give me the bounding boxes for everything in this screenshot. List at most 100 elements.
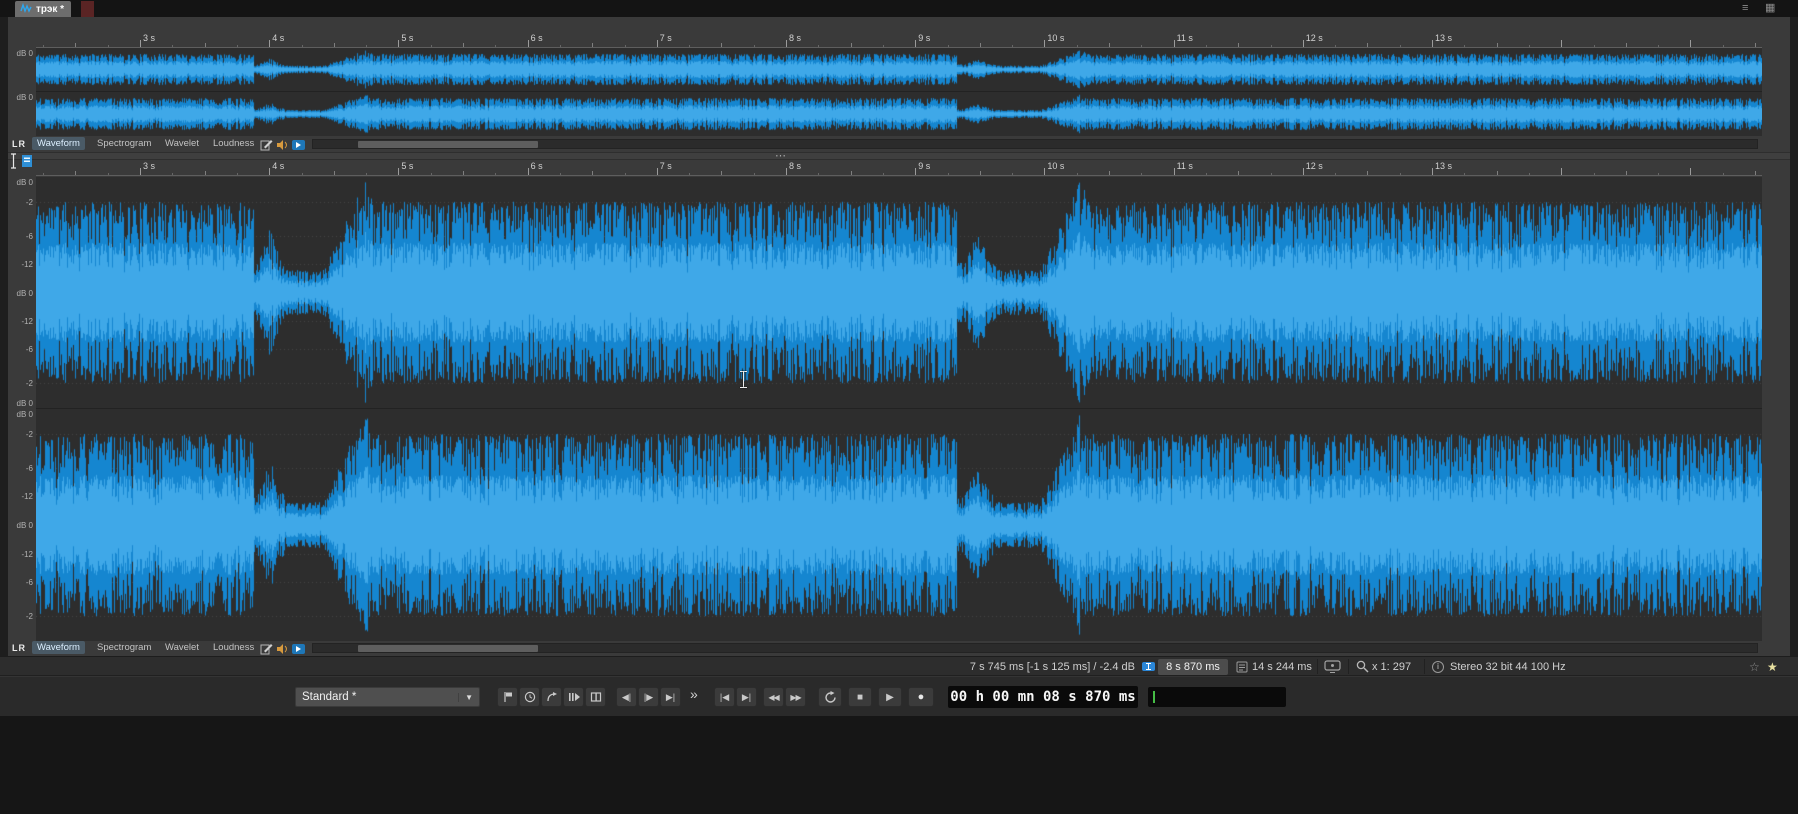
tile-view-icon[interactable]: ▦ bbox=[1765, 2, 1775, 15]
ruler-tick bbox=[656, 168, 658, 175]
tab-waveform[interactable]: Waveform bbox=[32, 137, 85, 150]
ruler-tick bbox=[1399, 45, 1401, 47]
ruler-tick bbox=[947, 45, 949, 47]
scrollbar-handle[interactable] bbox=[358, 645, 538, 652]
mouse-position-readout: 7 s 745 ms [-1 s 125 ms] / -2.4 dB bbox=[969, 661, 1135, 673]
ruler-tick bbox=[527, 168, 529, 175]
timeline-ruler-main[interactable]: 3 s 4 s 5 s 6 s 7 s 8 s 9 s 10 s 11 s 12 s 13 s bbox=[36, 160, 1762, 176]
ruler-tick bbox=[495, 45, 497, 47]
status-separator bbox=[1317, 659, 1318, 674]
db-scale-label: dB 0 bbox=[16, 399, 33, 408]
db-scale-label: -6 bbox=[25, 463, 33, 473]
channel-selector[interactable]: LR bbox=[12, 643, 26, 653]
db-scale-label: -6 bbox=[25, 231, 33, 241]
ruler-tick bbox=[1690, 168, 1692, 175]
ruler-tick bbox=[301, 173, 303, 175]
favorite-on-icon[interactable]: ★ bbox=[1767, 660, 1778, 674]
horizontal-scrollbar[interactable] bbox=[312, 139, 1758, 149]
horizontal-scrollbar[interactable] bbox=[312, 643, 1758, 653]
loop-button[interactable] bbox=[818, 687, 842, 707]
text-select-tool-icon[interactable] bbox=[9, 153, 18, 174]
ruler-tick bbox=[624, 173, 626, 175]
ruler-label: 3 s bbox=[143, 161, 156, 171]
document-tab[interactable]: трэк * bbox=[15, 0, 72, 18]
db-scale-label: -2 bbox=[25, 378, 33, 388]
play-selection-button[interactable] bbox=[563, 687, 584, 707]
timeline-ruler-overview[interactable]: 3 s 4 s 5 s 6 s 7 s 8 s 9 s 10 s 11 s 12 s 13 s bbox=[36, 32, 1762, 48]
tab-loudness[interactable]: Loudness bbox=[208, 641, 259, 654]
ruler-tick bbox=[172, 173, 174, 175]
db-scale-label: -12 bbox=[21, 316, 33, 326]
ruler-label: 9 s bbox=[918, 33, 931, 43]
tab-wavelet[interactable]: Wavelet bbox=[160, 641, 204, 654]
panel-divider[interactable]: ⋯ bbox=[8, 150, 1790, 162]
main-waveform-left[interactable] bbox=[36, 177, 1762, 408]
preroll-button[interactable] bbox=[541, 687, 562, 707]
cursor-time-readout[interactable]: 8 s 870 ms bbox=[1158, 659, 1228, 675]
time-display[interactable]: 00 h 00 mn 08 s 870 ms bbox=[948, 686, 1138, 708]
db-scale-label: -12 bbox=[21, 549, 33, 559]
tab-spectrogram[interactable]: Spectrogram bbox=[92, 137, 156, 150]
play-to-button[interactable]: ▶| bbox=[660, 687, 681, 707]
main-waveform-right[interactable] bbox=[36, 409, 1762, 641]
stop-button[interactable]: ■ bbox=[848, 687, 872, 707]
ruler-tick bbox=[689, 173, 691, 175]
ruler-tick bbox=[979, 171, 981, 175]
forward-button[interactable]: ▶▶ bbox=[785, 687, 806, 707]
ruler-tick bbox=[366, 45, 368, 47]
db-scale-label: -12 bbox=[21, 492, 33, 502]
db-scale-label: dB 0 bbox=[16, 93, 33, 102]
ruler-tick bbox=[333, 171, 335, 175]
ruler-tick bbox=[333, 43, 335, 47]
favorite-off-icon[interactable]: ☆ bbox=[1749, 660, 1760, 674]
ruler-tick bbox=[1205, 45, 1207, 47]
ruler-tick bbox=[430, 173, 432, 175]
cursor-time-icon bbox=[1142, 660, 1155, 676]
title-bar: трэк * ≡ ▦ bbox=[0, 0, 1798, 17]
ruler-tick bbox=[850, 171, 852, 175]
timecode-button[interactable] bbox=[519, 687, 540, 707]
db-scale-label: dB 0 bbox=[16, 521, 33, 530]
zoom-ratio-readout[interactable]: x 1: 297 bbox=[1372, 661, 1411, 673]
rewind-button[interactable]: ◀◀ bbox=[763, 687, 784, 707]
stop-mode-button[interactable] bbox=[585, 687, 606, 707]
snap-tool-icon[interactable] bbox=[22, 154, 32, 173]
tab-loudness[interactable]: Loudness bbox=[208, 137, 259, 150]
zoom-icon[interactable] bbox=[1356, 660, 1369, 676]
ruler-tick bbox=[398, 40, 400, 47]
status-separator bbox=[1348, 659, 1349, 674]
ruler-tick bbox=[753, 45, 755, 47]
more-controls-button[interactable]: » bbox=[690, 686, 698, 702]
wave-logo-icon bbox=[20, 0, 32, 18]
ruler-tick bbox=[204, 43, 206, 47]
ruler-tick bbox=[1625, 43, 1627, 47]
play-button[interactable]: ▶ bbox=[878, 687, 902, 707]
ruler-tick bbox=[1528, 45, 1530, 47]
monitor-icon[interactable] bbox=[1324, 660, 1341, 677]
tab-waveform[interactable]: Waveform bbox=[32, 641, 85, 654]
go-to-end-button[interactable]: ▶| bbox=[736, 687, 757, 707]
overview-waveform-right[interactable] bbox=[36, 92, 1762, 136]
ruler-tick bbox=[236, 173, 238, 175]
ruler-tick bbox=[1496, 43, 1498, 47]
tab-spectrogram[interactable]: Spectrogram bbox=[92, 641, 156, 654]
mouse-cursor-ibeam bbox=[739, 371, 748, 388]
record-button[interactable]: ● bbox=[908, 687, 934, 707]
overview-waveform-left[interactable] bbox=[36, 48, 1762, 91]
ruler-tick bbox=[656, 40, 658, 47]
ruler-tick bbox=[463, 43, 464, 47]
list-view-icon[interactable]: ≡ bbox=[1742, 2, 1748, 15]
ruler-label: 7 s bbox=[659, 33, 672, 43]
info-icon[interactable]: i bbox=[1432, 661, 1444, 673]
transport-preset-dropdown[interactable]: Standard * ▼ bbox=[295, 687, 480, 707]
ruler-tick bbox=[463, 171, 464, 175]
play-from-button[interactable]: |▶ bbox=[638, 687, 659, 707]
channel-selector[interactable]: LR bbox=[12, 139, 26, 149]
marker-button[interactable] bbox=[497, 687, 518, 707]
previous-edit-point-button[interactable]: ◀| bbox=[616, 687, 637, 707]
ruler-tick bbox=[1722, 173, 1724, 175]
go-to-start-button[interactable]: |◀ bbox=[714, 687, 735, 707]
ruler-label: 8 s bbox=[789, 161, 802, 171]
scrollbar-handle[interactable] bbox=[358, 141, 538, 148]
tab-wavelet[interactable]: Wavelet bbox=[160, 137, 204, 150]
